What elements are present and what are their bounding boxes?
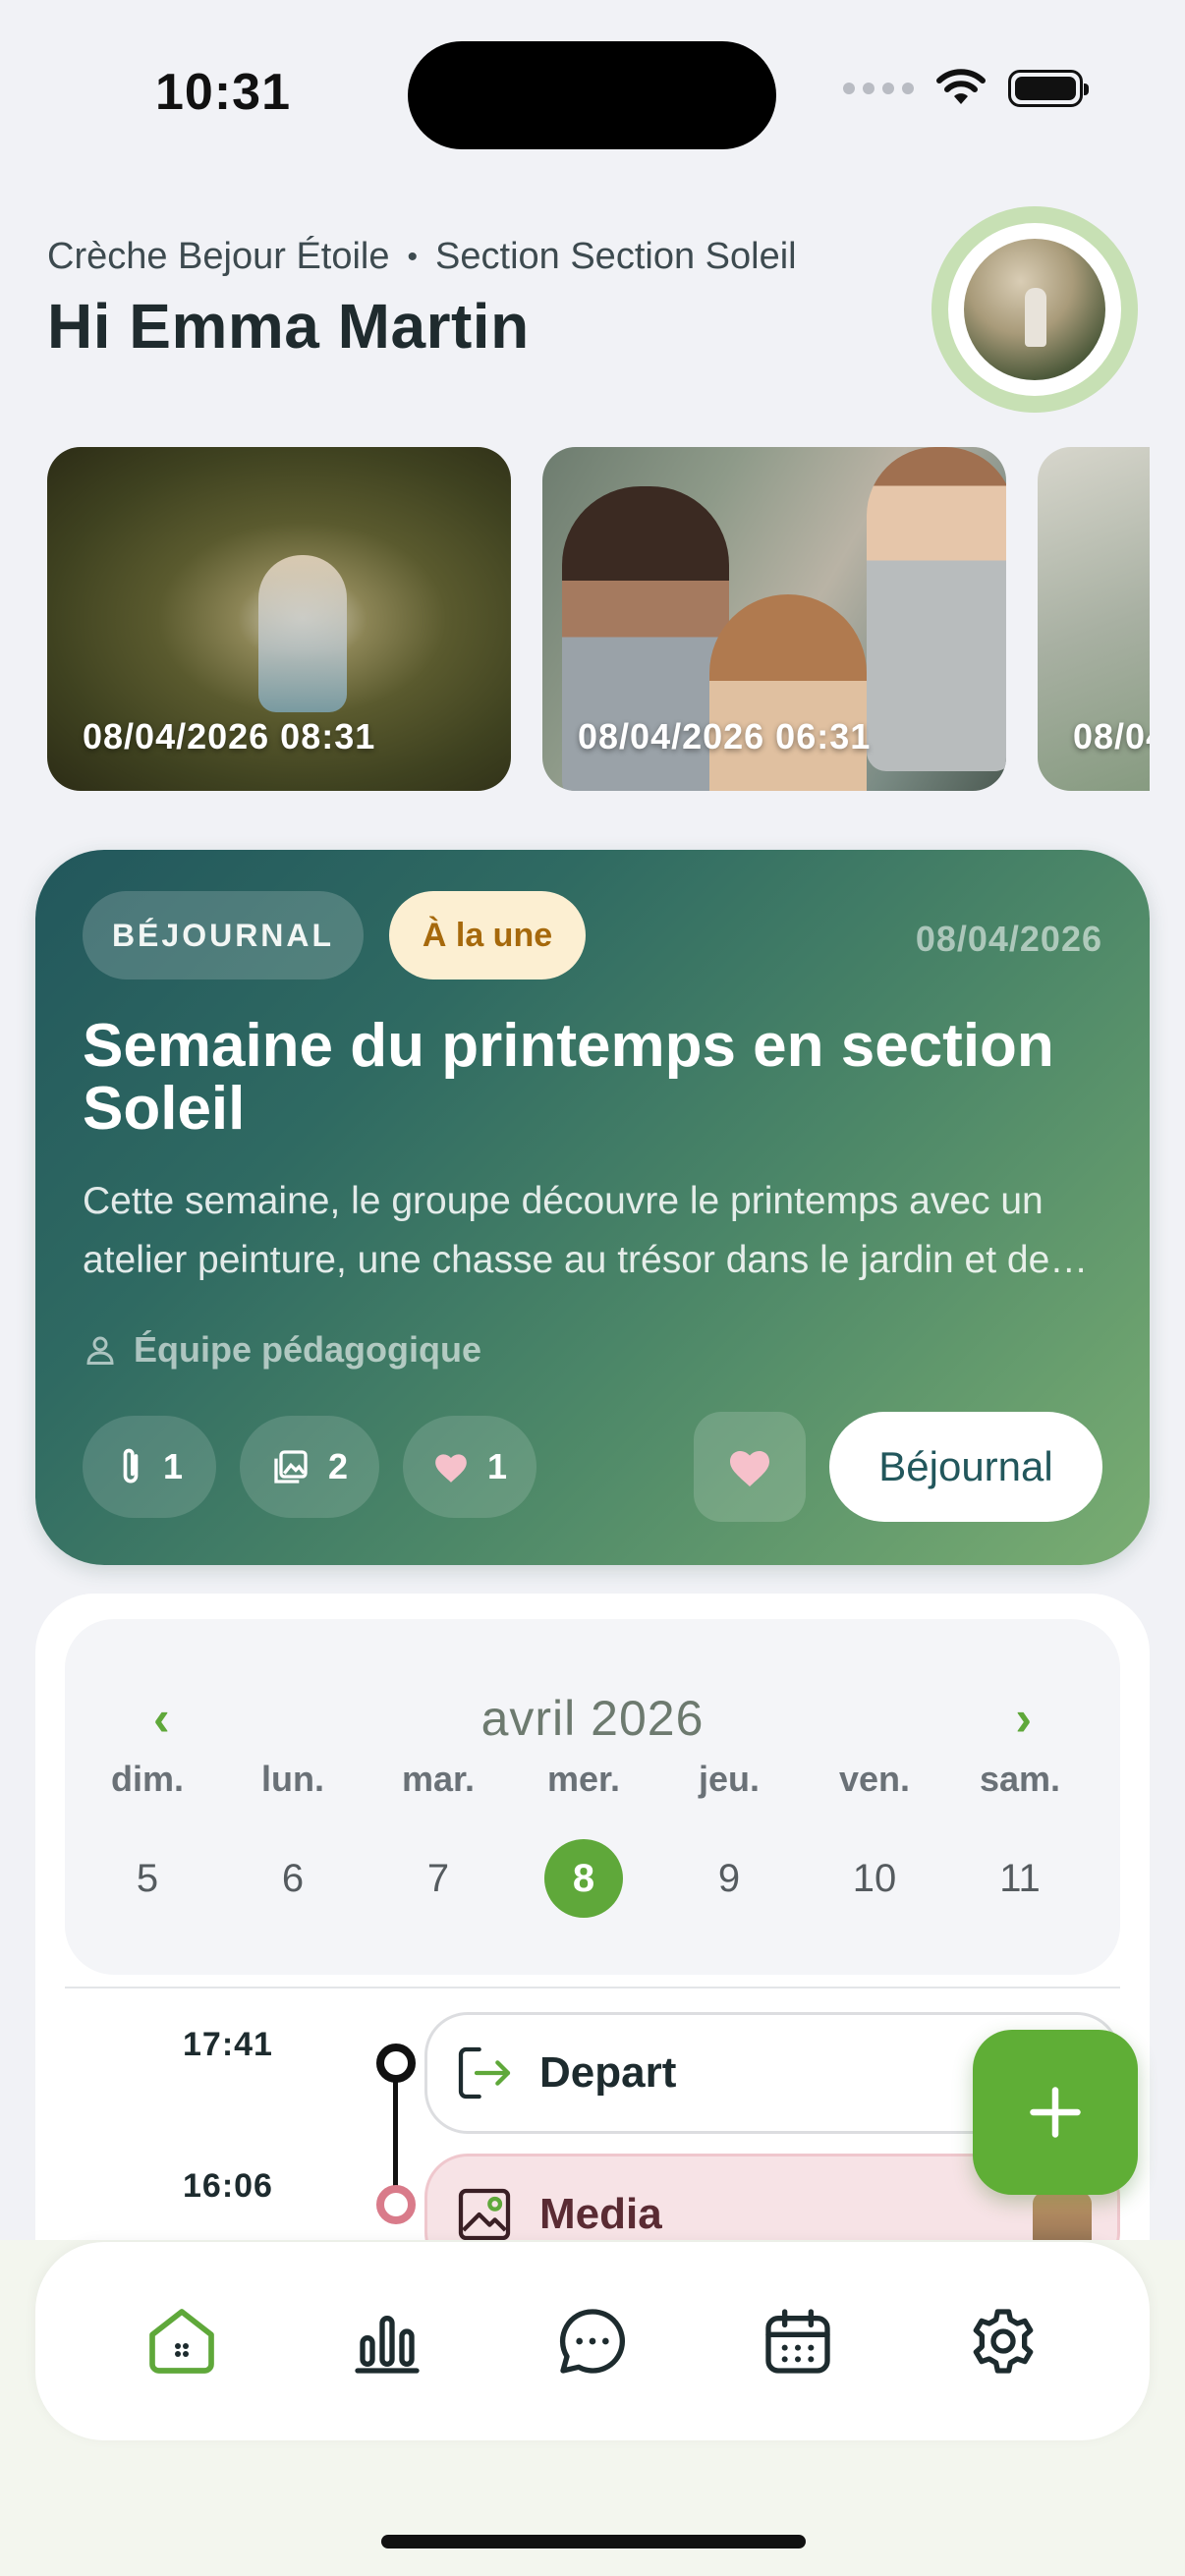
- exit-icon: [458, 2046, 511, 2100]
- plus-icon: [1030, 2087, 1081, 2138]
- status-time: 10:31: [155, 64, 291, 121]
- image-icon: [458, 2188, 511, 2241]
- likes-count: 1: [403, 1416, 536, 1518]
- week-calendar: ‹ avril 2026 › dim. 5 lun. 6 mar. 7 mer. 8 j…: [65, 1619, 1120, 1975]
- journal-author: Équipe pédagogique: [83, 1329, 481, 1371]
- battery-icon: [1008, 70, 1089, 107]
- bejournal-tag: BÉJOURNAL: [83, 891, 364, 980]
- heart-icon: [730, 1451, 769, 1486]
- divider: [65, 1987, 1120, 1988]
- calendar-icon: [765, 2309, 830, 2374]
- tab-stats[interactable]: [333, 2287, 441, 2395]
- header-subtitle: Crèche Bejour Étoile • Section Section S…: [47, 236, 931, 278]
- calendar-day[interactable]: sam. 11: [947, 1759, 1093, 1918]
- status-bar: 10:31: [0, 0, 1185, 187]
- calendar-day[interactable]: jeu. 9: [656, 1759, 802, 1918]
- day-number: 6: [281, 1856, 305, 1900]
- day-name: dim.: [110, 1759, 184, 1799]
- event-time: 16:06: [183, 2167, 273, 2205]
- photo-timestamp: 08/04/2026 08:31: [83, 716, 376, 756]
- timeline-dot: [376, 2185, 416, 2224]
- day-number: 11: [999, 1856, 1041, 1900]
- event-label: Depart: [539, 2048, 677, 2097]
- open-bejournal-button[interactable]: Béjournal: [829, 1412, 1102, 1522]
- author-name: Équipe pédagogique: [134, 1329, 482, 1370]
- day-number: 10: [852, 1856, 897, 1900]
- day-name: lun.: [261, 1759, 324, 1799]
- photo-timestamp: 08/04/2026 06:31: [1073, 716, 1150, 756]
- photo-timestamp: 08/04/2026 06:31: [578, 716, 872, 756]
- greeting-title: Hi Emma Martin: [47, 291, 530, 362]
- day-name: jeu.: [698, 1759, 760, 1799]
- day-number: 5: [136, 1856, 159, 1900]
- header: Crèche Bejour Étoile • Section Section S…: [47, 236, 931, 363]
- calendar-days: dim. 5 lun. 6 mar. 7 mer. 8 jeu. 9 ven. 10 sam…: [75, 1759, 1110, 1918]
- chat-icon: [559, 2309, 625, 2374]
- signal-icon: [843, 83, 914, 94]
- avatar-photo: [964, 239, 1105, 380]
- paperclip-icon: [123, 1448, 139, 1484]
- day-name: ven.: [838, 1759, 911, 1799]
- event-time: 17:41: [183, 2026, 273, 2063]
- gallery-icon: [274, 1450, 308, 1484]
- calendar-day[interactable]: ven. 10: [802, 1759, 947, 1918]
- calendar-day[interactable]: lun. 6: [220, 1759, 366, 1918]
- bejournal-card[interactable]: BÉJOURNAL À la une 08/04/2026 Semaine du…: [35, 850, 1150, 1565]
- day-name: sam.: [979, 1759, 1061, 1799]
- journal-counters: 1 2 1: [83, 1416, 536, 1518]
- calendar-day-selected[interactable]: mer. 8: [511, 1759, 656, 1918]
- images-count: 2: [240, 1416, 379, 1518]
- journal-title: Semaine du printemps en section Soleil: [83, 1012, 1054, 1143]
- next-week-button[interactable]: ›: [1015, 1690, 1032, 1747]
- journal-description: Cette semaine, le groupe découvre le pri…: [83, 1180, 1069, 1281]
- add-button[interactable]: [973, 2030, 1138, 2195]
- day-name: mar.: [401, 1759, 476, 1799]
- creche-name: Crèche Bejour Étoile: [47, 236, 390, 277]
- tab-calendar[interactable]: [744, 2287, 852, 2395]
- gear-icon: [974, 2309, 1034, 2374]
- event-label: Media: [539, 2190, 662, 2238]
- dynamic-island: [408, 41, 776, 149]
- tab-home[interactable]: [128, 2287, 236, 2395]
- bar-chart-icon: [355, 2316, 420, 2374]
- child-avatar[interactable]: [931, 206, 1138, 413]
- bottom-tab-bar: [35, 2242, 1150, 2440]
- day-number: 8: [544, 1839, 623, 1918]
- calendar-month: avril 2026: [480, 1691, 705, 1746]
- separator-dot: •: [407, 240, 419, 273]
- day-number: 9: [717, 1856, 741, 1900]
- day-number: 7: [426, 1856, 450, 1900]
- home-icon: [148, 2309, 214, 2374]
- calendar-day[interactable]: dim. 5: [75, 1759, 220, 1918]
- timeline-line: [393, 2062, 398, 2200]
- tab-messages[interactable]: [538, 2287, 647, 2395]
- day-name: mer.: [546, 1759, 621, 1799]
- photo-card[interactable]: 08/04/2026 06:31: [1038, 447, 1150, 791]
- person-icon: [86, 1336, 114, 1365]
- photo-card[interactable]: 08/04/2026 06:31: [542, 447, 1006, 791]
- featured-badge: À la une: [389, 891, 586, 980]
- photo-carousel[interactable]: 08/04/2026 08:31 08/04/2026 06:31 08/04/…: [47, 447, 1150, 791]
- wifi-icon: [936, 69, 986, 104]
- tab-settings[interactable]: [949, 2287, 1057, 2395]
- heart-icon: [435, 1454, 467, 1483]
- like-button[interactable]: [694, 1412, 806, 1522]
- home-indicator: [381, 2535, 806, 2548]
- section-name: Section Section Soleil: [435, 236, 797, 277]
- calendar-day[interactable]: mar. 7: [366, 1759, 511, 1918]
- journal-date: 08/04/2026: [915, 919, 1102, 959]
- photo-card[interactable]: 08/04/2026 08:31: [47, 447, 511, 791]
- timeline-dot: [376, 2044, 416, 2083]
- attachments-count: 1: [83, 1416, 216, 1518]
- status-icons: [843, 69, 1089, 108]
